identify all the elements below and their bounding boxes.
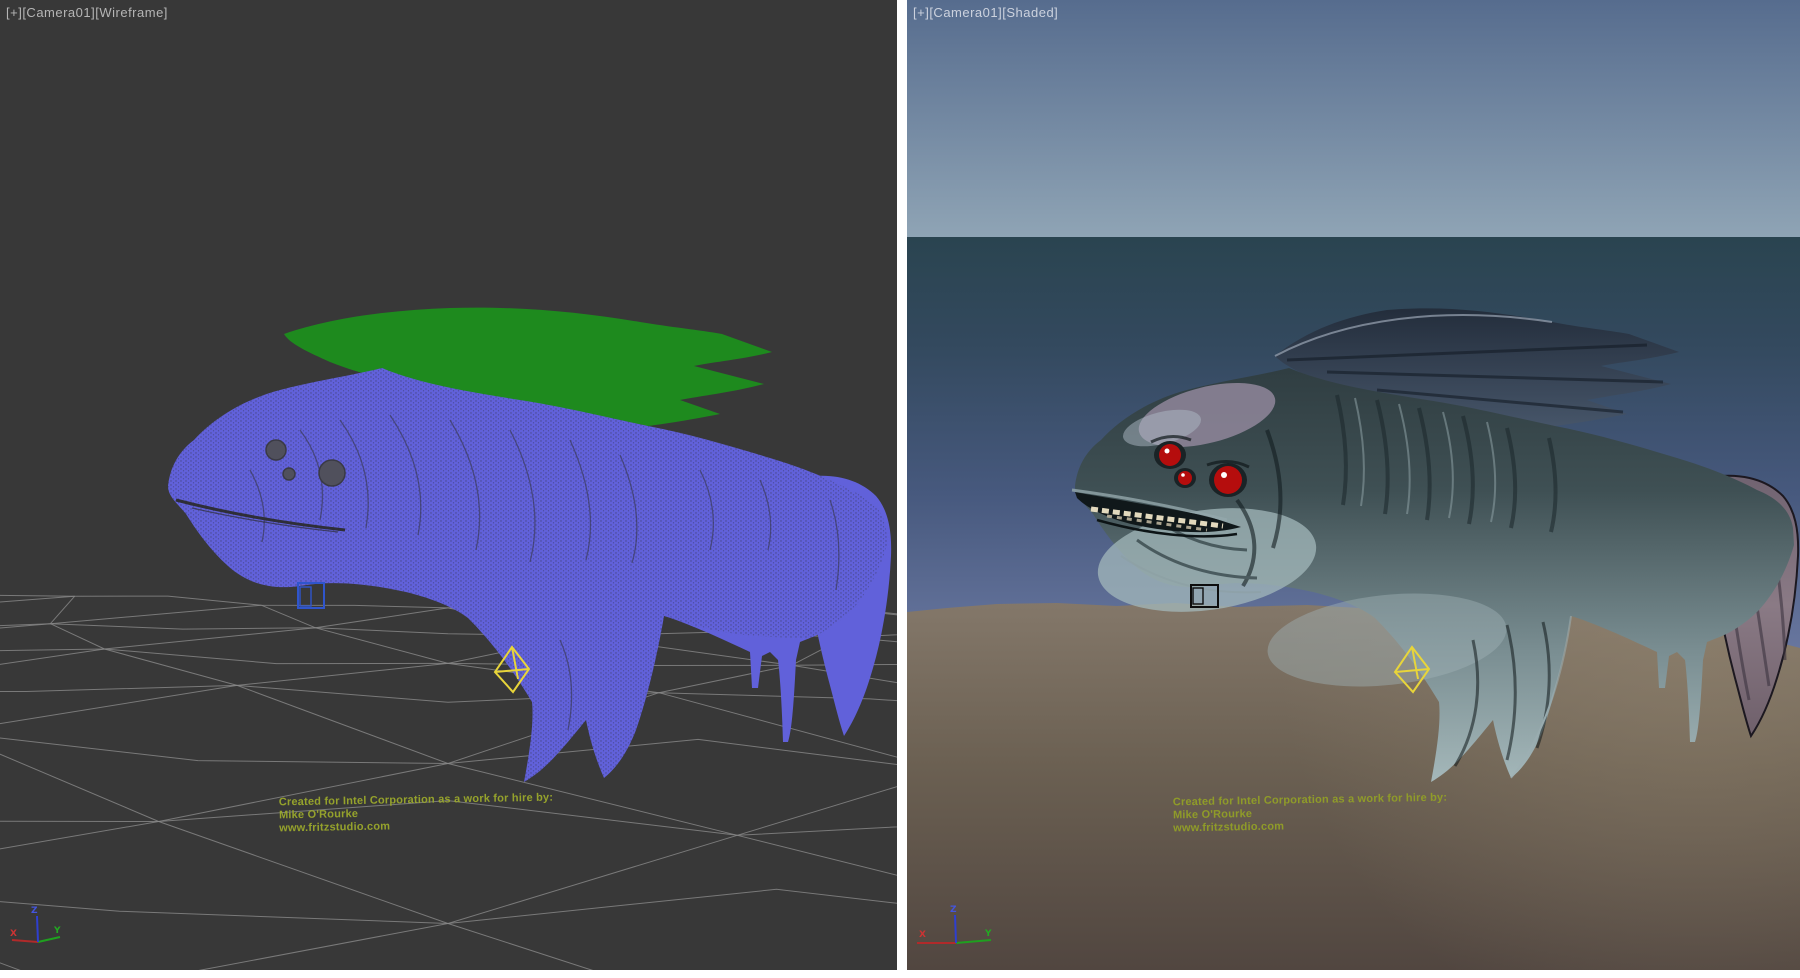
- viewport-label[interactable]: [+][Camera01][Wireframe]: [6, 5, 168, 20]
- fish-eye-red: [1214, 466, 1242, 494]
- viewport-label[interactable]: [+][Camera01][Shaded]: [913, 5, 1058, 20]
- world-axis-tripod: X Y Z: [10, 906, 61, 942]
- fish-eye-red: [1178, 471, 1192, 485]
- axis-x-label: X: [919, 930, 926, 940]
- fish-eye: [266, 440, 286, 460]
- fish-eye: [283, 468, 295, 480]
- axis-y-label: Y: [53, 926, 61, 936]
- fish-eye-red: [1159, 444, 1181, 466]
- axis-z-label: Z: [31, 906, 38, 916]
- fish-eye: [319, 460, 345, 486]
- max-dual-viewport: X Y Z [+][Camera01][Wireframe] Created f…: [0, 0, 1800, 978]
- sky-background: [907, 0, 1800, 237]
- axis-z-label: Z: [950, 905, 957, 915]
- axis-x-label: X: [10, 929, 17, 939]
- viewport-divider[interactable]: [897, 0, 907, 970]
- helper-box-blue[interactable]: [298, 583, 324, 608]
- fish-model-wireframe[interactable]: [168, 368, 891, 782]
- fish-wire-stipple: [168, 368, 887, 782]
- viewport-shaded[interactable]: X Y Z [+][Camera01][Shaded] Created for …: [907, 0, 1800, 970]
- scene-attribution-text: Created for Intel Corporation as a work …: [1173, 792, 1448, 836]
- viewport-wireframe[interactable]: X Y Z [+][Camera01][Wireframe] Created f…: [0, 0, 897, 970]
- axis-y-label: Y: [984, 929, 992, 939]
- scene-attribution-text: Created for Intel Corporation as a work …: [279, 792, 554, 836]
